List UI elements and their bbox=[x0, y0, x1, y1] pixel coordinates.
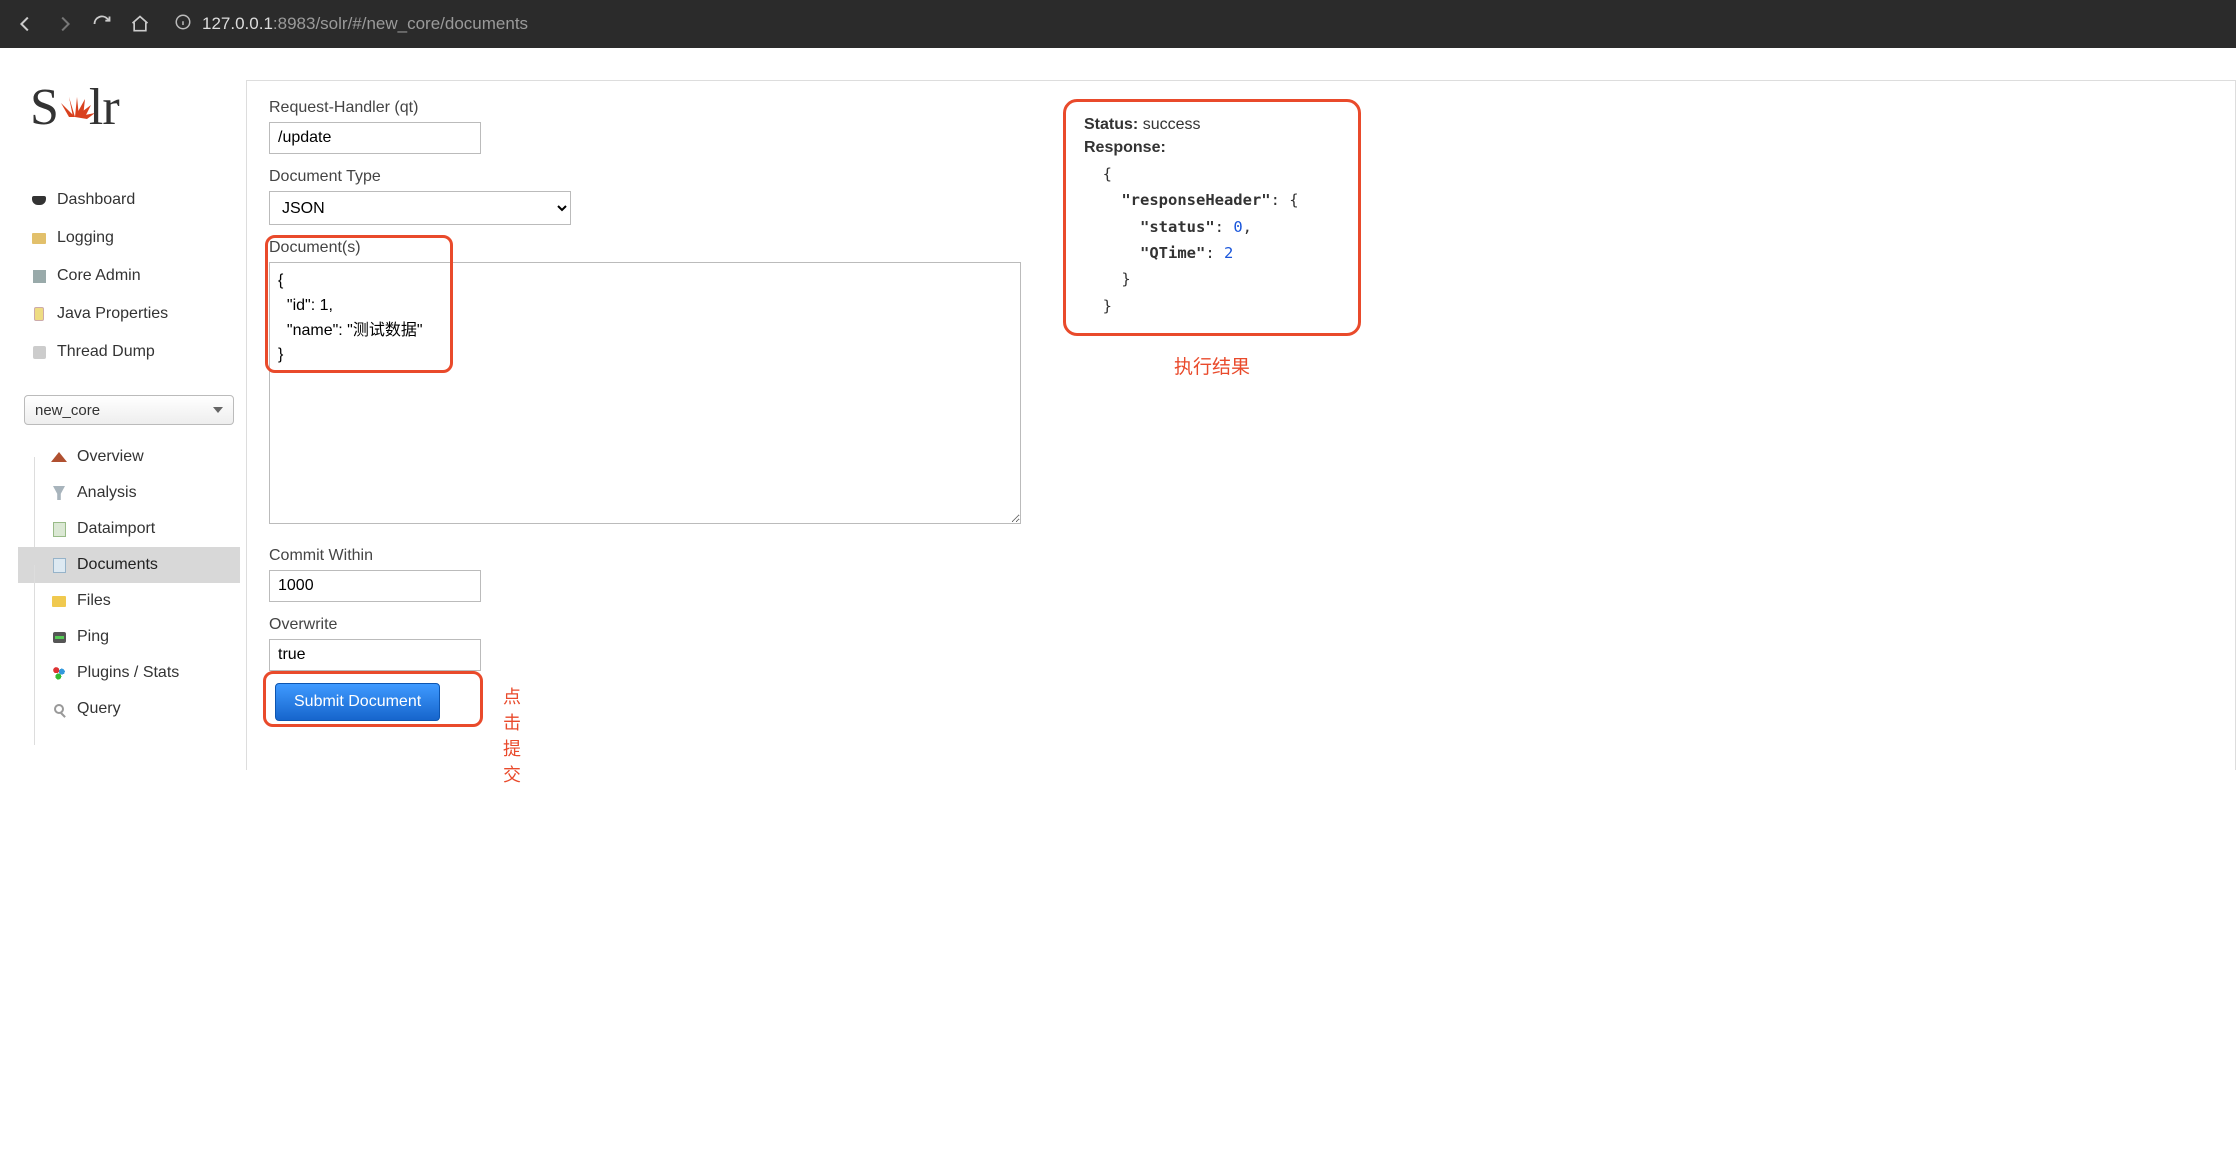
core-nav-dataimport[interactable]: Dataimport bbox=[18, 511, 240, 547]
response-body: { "responseHeader": { "status": 0, "QTim… bbox=[1084, 161, 1340, 319]
core-nav-files[interactable]: Files bbox=[18, 583, 240, 619]
java-icon bbox=[30, 305, 48, 323]
home-icon bbox=[50, 448, 68, 466]
search-icon bbox=[50, 700, 68, 718]
commit-within-input[interactable] bbox=[269, 570, 481, 602]
chevron-down-icon bbox=[213, 407, 223, 413]
core-nav-plugins-stats[interactable]: Plugins / Stats bbox=[18, 655, 240, 691]
sidebar-item-label: Thread Dump bbox=[57, 343, 155, 361]
request-handler-input[interactable] bbox=[269, 122, 481, 154]
core-nav-ping[interactable]: Ping bbox=[18, 619, 240, 655]
sidebar-item-label: Logging bbox=[57, 229, 114, 247]
annotation-result-label: 执行结果 bbox=[1063, 352, 1361, 379]
status-label: Status: bbox=[1084, 116, 1138, 133]
sidebar-item-logging[interactable]: Logging bbox=[18, 219, 240, 257]
core-nav-label: Analysis bbox=[77, 484, 137, 502]
home-icon[interactable] bbox=[128, 12, 152, 36]
documents-icon bbox=[50, 556, 68, 574]
core-nav-label: Overview bbox=[77, 448, 144, 466]
sidebar-item-label: Dashboard bbox=[57, 191, 135, 209]
solr-logo: S lr bbox=[18, 78, 240, 151]
sidebar-item-dashboard[interactable]: Dashboard bbox=[18, 181, 240, 219]
response-label: Response: bbox=[1084, 139, 1340, 157]
sidebar: S lr Dashboard Logging Core Admin Java P… bbox=[18, 48, 240, 770]
sidebar-item-label: Java Properties bbox=[57, 305, 168, 323]
dashboard-icon bbox=[30, 191, 48, 209]
browser-toolbar: 127.0.0.1:8983/solr/#/new_core/documents bbox=[0, 0, 2236, 48]
sidebar-item-thread-dump[interactable]: Thread Dump bbox=[18, 333, 240, 371]
core-nav-overview[interactable]: Overview bbox=[18, 439, 240, 475]
sidebar-item-core-admin[interactable]: Core Admin bbox=[18, 257, 240, 295]
core-nav-label: Files bbox=[77, 592, 111, 610]
plugins-icon bbox=[50, 664, 68, 682]
core-selector[interactable]: new_core bbox=[24, 395, 234, 425]
folder-icon bbox=[50, 592, 68, 610]
main-content: Request-Handler (qt) Document Type JSON … bbox=[246, 80, 2236, 770]
core-admin-icon bbox=[30, 267, 48, 285]
document-type-select[interactable]: JSON bbox=[269, 191, 571, 225]
document-type-label: Document Type bbox=[269, 168, 1039, 186]
ping-icon bbox=[50, 628, 68, 646]
dataimport-icon bbox=[50, 520, 68, 538]
sidebar-item-java-properties[interactable]: Java Properties bbox=[18, 295, 240, 333]
core-nav-query[interactable]: Query bbox=[18, 691, 240, 727]
funnel-icon bbox=[50, 484, 68, 502]
documents-textarea[interactable] bbox=[269, 262, 1021, 524]
core-nav-label: Plugins / Stats bbox=[77, 664, 179, 682]
core-nav-label: Dataimport bbox=[77, 520, 155, 538]
address-bar[interactable]: 127.0.0.1:8983/solr/#/new_core/documents bbox=[174, 13, 528, 36]
sidebar-item-label: Core Admin bbox=[57, 267, 141, 285]
annotation-submit-label: 点击提交 bbox=[503, 683, 521, 787]
core-selector-value: new_core bbox=[35, 402, 100, 419]
core-nav-label: Query bbox=[77, 700, 121, 718]
overwrite-label: Overwrite bbox=[269, 616, 1039, 634]
result-panel: Status: success Response: { "responseHea… bbox=[1063, 99, 1361, 336]
overwrite-input[interactable] bbox=[269, 639, 481, 671]
thread-icon bbox=[30, 343, 48, 361]
documents-label: Document(s) bbox=[269, 239, 1039, 257]
core-nav-label: Ping bbox=[77, 628, 109, 646]
core-nav-documents[interactable]: Documents bbox=[18, 547, 240, 583]
core-nav-label: Documents bbox=[77, 556, 158, 574]
url-text: 127.0.0.1:8983/solr/#/new_core/documents bbox=[202, 14, 528, 34]
request-handler-label: Request-Handler (qt) bbox=[269, 99, 1039, 117]
site-info-icon[interactable] bbox=[174, 13, 192, 36]
core-nav-analysis[interactable]: Analysis bbox=[18, 475, 240, 511]
commit-within-label: Commit Within bbox=[269, 547, 1039, 565]
back-icon[interactable] bbox=[14, 12, 38, 36]
reload-icon[interactable] bbox=[90, 12, 114, 36]
submit-document-button[interactable]: Submit Document bbox=[275, 683, 440, 721]
logging-icon bbox=[30, 229, 48, 247]
forward-icon[interactable] bbox=[52, 12, 76, 36]
status-value: success bbox=[1143, 116, 1201, 133]
